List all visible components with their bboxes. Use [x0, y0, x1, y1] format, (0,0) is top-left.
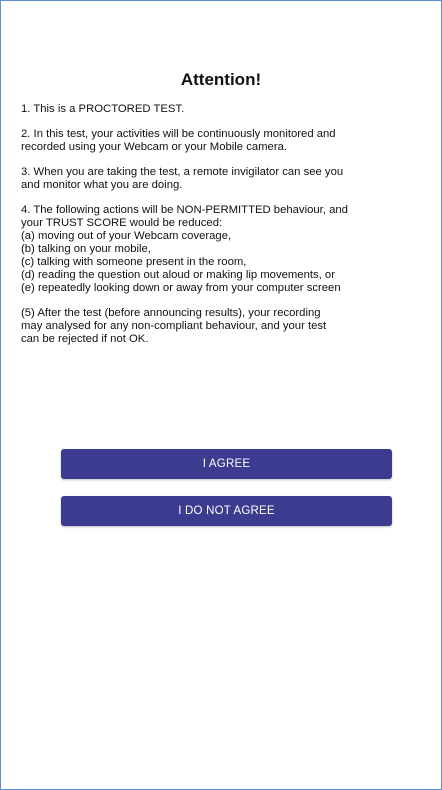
- paragraph-1: 1. This is a PROCTORED TEST.: [21, 103, 431, 116]
- paragraph-line: 3. When you are taking the test, a remot…: [21, 166, 344, 178]
- paragraph-4: 4. The following actions will be NON-PER…: [21, 204, 431, 295]
- disagree-button[interactable]: I DO NOT AGREE: [61, 496, 392, 526]
- paragraph-line: 2. In this test, your activities will be…: [21, 128, 336, 140]
- dialog-title: Attention!: [180, 70, 262, 89]
- paragraph-line: 4. The following actions will be NON-PER…: [21, 204, 348, 216]
- rule-item-e: (e) repeatedly looking down or away from…: [21, 282, 341, 294]
- dialog-content: 1. This is a PROCTORED TEST. 2. In this …: [21, 103, 431, 358]
- paragraph-line: your TRUST SCORE would be reduced:: [21, 217, 223, 229]
- paragraph-line: can be rejected if not OK.: [21, 333, 149, 345]
- paragraph-2: 2. In this test, your activities will be…: [21, 128, 431, 154]
- paragraph-line: (5) After the test (before announcing re…: [21, 307, 321, 319]
- agree-button[interactable]: I AGREE: [61, 449, 392, 479]
- rule-item-b: (b) talking on your mobile,: [21, 243, 151, 255]
- rule-item-d: (d) reading the question out aloud or ma…: [21, 269, 335, 281]
- paragraph-3: 3. When you are taking the test, a remot…: [21, 166, 431, 192]
- paragraph-line: recorded using your Webcam or your Mobil…: [21, 141, 288, 153]
- paragraph-line: and monitor what you are doing.: [21, 179, 183, 191]
- paragraph-5: (5) After the test (before announcing re…: [21, 307, 431, 346]
- paragraph-line: 1. This is a PROCTORED TEST.: [21, 103, 185, 115]
- rule-item-a: (a) moving out of your Webcam coverage,: [21, 230, 232, 242]
- rule-item-c: (c) talking with someone present in the …: [21, 256, 247, 268]
- paragraph-line: may analysed for any non-compliant behav…: [21, 320, 327, 332]
